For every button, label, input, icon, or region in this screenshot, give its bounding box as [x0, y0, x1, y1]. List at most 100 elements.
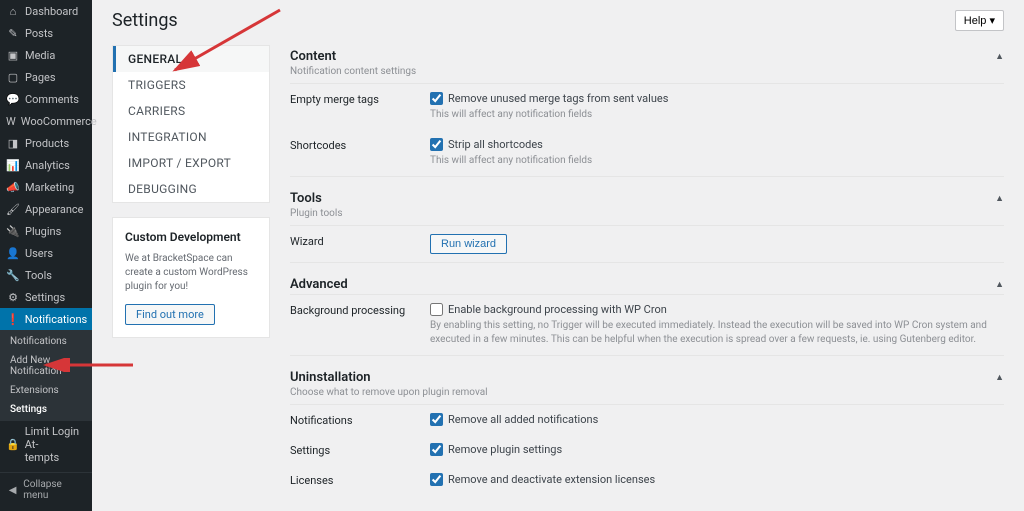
field-label-empty-merge: Empty merge tags	[290, 92, 430, 122]
checkbox-label: Remove all added notifications	[448, 413, 598, 426]
label: Pages	[25, 71, 56, 84]
checkbox-remove-settings-input[interactable]	[430, 443, 443, 456]
label: Tools	[25, 269, 52, 282]
settings-left-column: GENERAL TRIGGERS CARRIERS INTEGRATION IM…	[112, 45, 270, 511]
field-label-settings: Settings	[290, 443, 430, 457]
label: Products	[25, 137, 69, 150]
label: Marketing	[25, 181, 74, 194]
submenu-add-new[interactable]: Add New Notification	[0, 351, 92, 381]
checkbox-remove-licenses[interactable]: Remove and deactivate extension licenses	[430, 473, 1004, 486]
label: Limit Login At- tempts	[25, 425, 86, 464]
checkbox-shortcodes[interactable]: Strip all shortcodes	[430, 138, 1004, 151]
checkbox-empty-merge-input[interactable]	[430, 92, 443, 105]
tab-import-export[interactable]: IMPORT / EXPORT	[113, 150, 269, 176]
checkbox-label: Enable background processing with WP Cro…	[448, 303, 667, 316]
promo-button[interactable]: Find out more	[125, 304, 215, 325]
section-title: Advanced	[290, 277, 348, 292]
sidebar-item-posts[interactable]: ✎ Posts	[0, 22, 92, 44]
sidebar-item-users[interactable]: 👤 Users	[0, 242, 92, 264]
checkbox-label: Remove and deactivate extension licenses	[448, 473, 655, 486]
tab-general[interactable]: GENERAL	[113, 46, 269, 72]
tab-carriers[interactable]: CARRIERS	[113, 98, 269, 124]
section-desc: Plugin tools	[290, 208, 1004, 226]
sidebar-item-comments[interactable]: 💬Comments	[0, 88, 92, 110]
sidebar-item-woocommerce[interactable]: WWooCommerce	[0, 110, 92, 132]
section-uninstall: Uninstallation ▲ Choose what to remove u…	[290, 366, 1004, 495]
pages-icon: ▢	[6, 70, 20, 84]
sidebar-item-notifications[interactable]: ❗Notifications	[0, 308, 92, 330]
sidebar-item-media[interactable]: ▣Media	[0, 44, 92, 66]
appearance-icon: 🖌	[6, 202, 20, 216]
tab-debugging[interactable]: DEBUGGING	[113, 176, 269, 202]
checkbox-label: Remove unused merge tags from sent value…	[448, 92, 668, 105]
comments-icon: 💬	[6, 92, 20, 106]
sidebar-item-products[interactable]: ◨ Products	[0, 132, 92, 154]
help-button[interactable]: Help ▾	[955, 10, 1004, 31]
field-label-licenses: Licenses	[290, 473, 430, 487]
checkbox-shortcodes-input[interactable]	[430, 138, 443, 151]
label: Posts	[25, 27, 53, 40]
sidebar-item-plugins[interactable]: 🔌 Plugins	[0, 220, 92, 242]
submenu-notifications[interactable]: Notifications	[0, 332, 92, 351]
woocommerce-icon: W	[6, 114, 16, 128]
sidebar-item-appearance[interactable]: 🖌 Appearance	[0, 198, 92, 220]
plugins-icon: 🔌	[6, 224, 20, 238]
section-content: Content ▲ Notification content settings …	[290, 45, 1004, 177]
sidebar-item-marketing[interactable]: 📣 Marketing	[0, 176, 92, 198]
tab-integration[interactable]: INTEGRATION	[113, 124, 269, 150]
settings-content: Content ▲ Notification content settings …	[290, 45, 1004, 511]
sidebar-item-tools[interactable]: 🔧Tools	[0, 264, 92, 286]
collapse-icon[interactable]: ▲	[995, 51, 1004, 62]
dashboard-icon: ⌂	[6, 4, 20, 18]
lock-icon: 🔒	[6, 438, 20, 452]
marketing-icon: 📣	[6, 180, 20, 194]
sidebar-item-settings[interactable]: ⚙Settings	[0, 286, 92, 308]
submenu-settings[interactable]: Settings	[0, 400, 92, 419]
collapse-icon: ◀	[6, 483, 19, 497]
collapse-icon[interactable]: ▲	[995, 279, 1004, 290]
promo-box: Custom Development We at BracketSpace ca…	[112, 217, 270, 338]
submenu-extensions[interactable]: Extensions	[0, 381, 92, 400]
label: Appearance	[25, 203, 84, 216]
collapse-icon[interactable]: ▲	[995, 193, 1004, 204]
checkbox-bg-processing[interactable]: Enable background processing with WP Cro…	[430, 303, 1004, 316]
promo-text: We at BracketSpace can create a custom W…	[125, 252, 257, 294]
checkbox-remove-notif-input[interactable]	[430, 413, 443, 426]
settings-tabs: GENERAL TRIGGERS CARRIERS INTEGRATION IM…	[112, 45, 270, 203]
content-area: Settings Help ▾ GENERAL TRIGGERS CARRIER…	[92, 0, 1024, 511]
topbar: Settings Help ▾	[112, 10, 1004, 31]
posts-icon: ✎	[6, 26, 20, 40]
users-icon: 👤	[6, 246, 20, 260]
sidebar-item-dashboard[interactable]: ⌂ Dashboard	[0, 0, 92, 22]
checkbox-label: Strip all shortcodes	[448, 138, 543, 151]
collapse-icon[interactable]: ▲	[995, 372, 1004, 383]
field-hint: By enabling this setting, no Trigger wil…	[430, 319, 1004, 347]
field-hint: This will affect any notification fields	[430, 154, 1004, 168]
field-label-bg: Background processing	[290, 303, 430, 347]
checkbox-remove-notif[interactable]: Remove all added notifications	[430, 413, 1004, 426]
section-title: Content	[290, 49, 336, 64]
checkbox-remove-licenses-input[interactable]	[430, 473, 443, 486]
run-wizard-button[interactable]: Run wizard	[430, 234, 507, 254]
collapse-menu[interactable]: ◀Collapse menu	[0, 472, 92, 507]
section-title: Tools	[290, 191, 322, 206]
field-label-notif: Notifications	[290, 413, 430, 427]
field-label-wizard: Wizard	[290, 234, 430, 254]
media-icon: ▣	[6, 48, 20, 62]
checkbox-bg-input[interactable]	[430, 303, 443, 316]
field-label-shortcodes: Shortcodes	[290, 138, 430, 168]
label: WooCommerce	[21, 115, 97, 128]
tab-triggers[interactable]: TRIGGERS	[113, 72, 269, 98]
label: Settings	[25, 291, 65, 304]
sidebar-item-pages[interactable]: ▢ Pages	[0, 66, 92, 88]
label: Plugins	[25, 225, 61, 238]
label: Users	[25, 247, 53, 260]
checkbox-empty-merge[interactable]: Remove unused merge tags from sent value…	[430, 92, 1004, 105]
products-icon: ◨	[6, 136, 20, 150]
section-tools: Tools ▲ Plugin tools Wizard Run wizard	[290, 187, 1004, 263]
field-hint: This will affect any notification fields	[430, 108, 1004, 122]
label: Dashboard	[25, 5, 78, 18]
sidebar-item-analytics[interactable]: 📊Analytics	[0, 154, 92, 176]
sidebar-item-limit-login[interactable]: 🔒 Limit Login At- tempts	[0, 421, 92, 468]
checkbox-remove-settings[interactable]: Remove plugin settings	[430, 443, 1004, 456]
